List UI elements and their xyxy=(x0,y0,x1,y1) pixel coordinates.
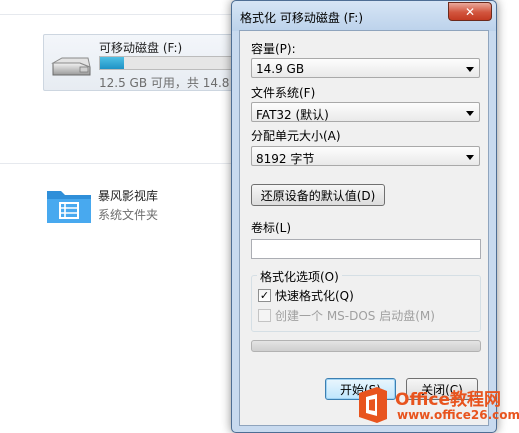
dropdown-arrow-icon xyxy=(466,155,474,160)
folder-name: 暴风影视库 xyxy=(98,189,159,203)
alloc-unit-label: 分配单元大小(A) xyxy=(251,129,341,143)
capacity-label: 容量(P): xyxy=(251,42,296,56)
format-progress-bar xyxy=(251,340,481,352)
usb-drive-icon xyxy=(51,57,91,76)
msdos-startup-label: 创建一个 MS-DOS 启动盘(M) xyxy=(275,308,435,323)
alloc-unit-select[interactable]: 8192 字节 xyxy=(251,146,480,166)
watermark: Office教程网 www.office26.com xyxy=(353,383,519,429)
capacity-select[interactable]: 14.9 GB xyxy=(251,58,480,78)
filesystem-value: FAT32 (默认) xyxy=(256,108,329,122)
dropdown-arrow-icon xyxy=(466,67,474,72)
quick-format-option[interactable]: ✓ 快速格式化(Q) xyxy=(258,287,354,303)
alloc-unit-value: 8192 字节 xyxy=(256,152,315,166)
format-options-title: 格式化选项(O) xyxy=(257,268,342,285)
drive-name: 可移动磁盘 (F:) xyxy=(99,41,183,55)
quick-format-label: 快速格式化(Q) xyxy=(275,288,354,303)
drive-usage-bar xyxy=(99,56,244,70)
checkmark-icon: ✓ xyxy=(259,288,270,302)
divider xyxy=(0,163,235,164)
drive-usage-fill xyxy=(100,57,125,69)
quick-format-checkbox[interactable]: ✓ xyxy=(258,288,271,302)
media-library-item[interactable]: 暴风影视库 系统文件夹 xyxy=(45,185,235,227)
folder-type: 系统文件夹 xyxy=(98,208,159,222)
dialog-title: 格式化 可移动磁盘 (F:) xyxy=(240,11,364,25)
drive-usage-text: 12.5 GB 可用，共 14.8 G xyxy=(99,76,243,90)
volume-label-input[interactable] xyxy=(251,239,481,259)
msdos-startup-option: 创建一个 MS-DOS 启动盘(M) xyxy=(258,307,435,323)
watermark-url: www.office26.com xyxy=(397,408,519,422)
restore-defaults-button[interactable]: 还原设备的默认值(D) xyxy=(251,184,385,206)
video-folder-icon xyxy=(47,191,91,223)
office-logo-icon xyxy=(359,387,387,423)
divider xyxy=(0,14,235,15)
dialog-titlebar[interactable]: 格式化 可移动磁盘 (F:) ✕ xyxy=(232,1,496,31)
format-dialog: 格式化 可移动磁盘 (F:) ✕ 容量(P): 14.9 GB 文件系统(F) … xyxy=(231,0,497,433)
filesystem-label: 文件系统(F) xyxy=(251,86,316,100)
capacity-value: 14.9 GB xyxy=(256,62,305,76)
close-button[interactable]: ✕ xyxy=(448,2,492,21)
removable-drive-item[interactable]: 可移动磁盘 (F:) 12.5 GB 可用，共 14.8 G xyxy=(43,34,244,91)
watermark-name: Office教程网 xyxy=(395,390,502,410)
filesystem-select[interactable]: FAT32 (默认) xyxy=(251,102,480,122)
format-options-group: 格式化选项(O) ✓ 快速格式化(Q) 创建一个 MS-DOS 启动盘(M) xyxy=(251,268,481,332)
dialog-content: 容量(P): 14.9 GB 文件系统(F) FAT32 (默认) 分配单元大小… xyxy=(239,30,489,426)
dropdown-arrow-icon xyxy=(466,111,474,116)
msdos-startup-checkbox xyxy=(258,308,271,322)
volume-label-label: 卷标(L) xyxy=(251,221,292,235)
